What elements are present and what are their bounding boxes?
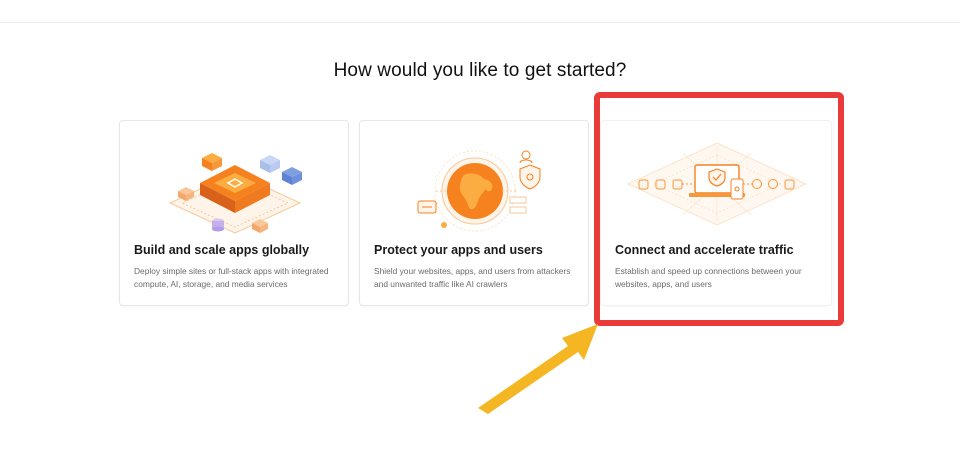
card-description: Deploy simple sites or full-stack apps w…: [134, 266, 329, 289]
card-description: Shield your websites, apps, and users fr…: [374, 266, 571, 289]
globe-shield-icon: [360, 135, 588, 245]
card-title: Protect your apps and users: [374, 243, 543, 257]
card-protect[interactable]: Protect your apps and users Shield your …: [359, 120, 589, 306]
card-title: Connect and accelerate traffic: [615, 243, 794, 257]
card-description: Establish and speed up connections betwe…: [615, 266, 802, 289]
card-title: Build and scale apps globally: [134, 243, 310, 257]
isometric-platform-icon: [120, 135, 348, 245]
card-build-and-scale[interactable]: Build and scale apps globally Deploy sim…: [119, 120, 349, 306]
network-laptop-shield-icon: [601, 135, 831, 245]
page-heading: How would you like to get started?: [333, 60, 627, 81]
top-divider: [0, 22, 960, 23]
annotation-arrow-icon: [478, 324, 598, 414]
card-connect-accelerate[interactable]: Connect and accelerate traffic Establish…: [600, 120, 832, 306]
